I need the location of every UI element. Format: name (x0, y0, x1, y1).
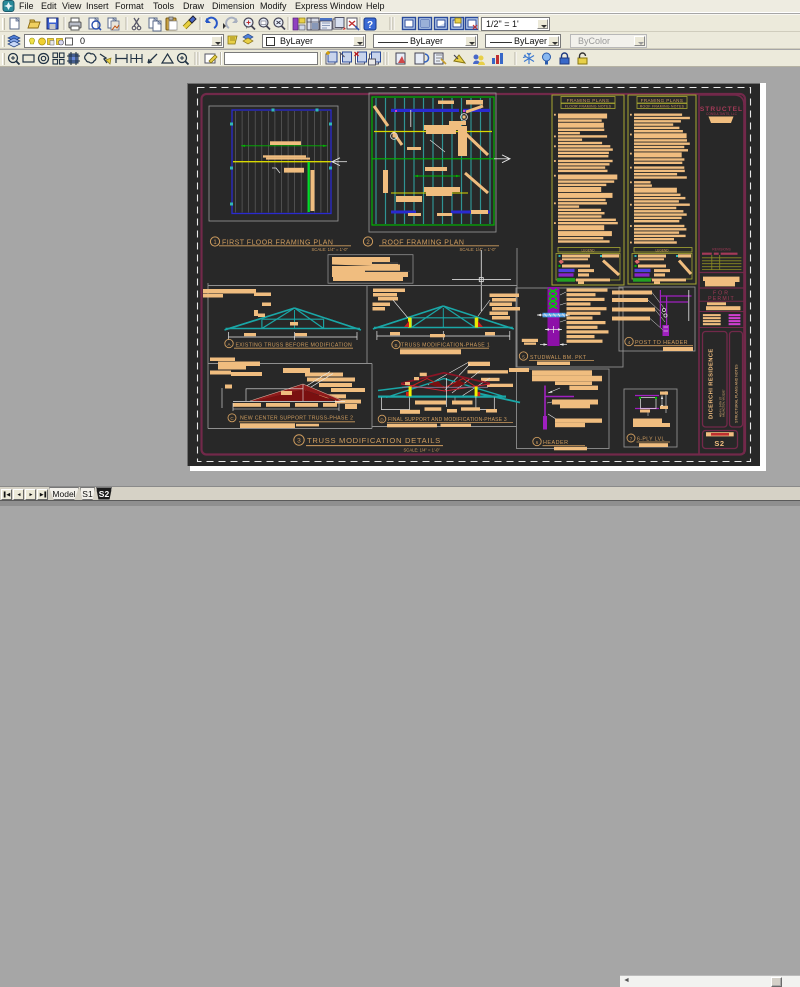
svg-text:FRAMING PLANS: FRAMING PLANS (567, 98, 610, 103)
svg-text:ROOF FRAMING NOTES: ROOF FRAMING NOTES (640, 105, 685, 109)
svg-text:NEW CENTER SUPPORT TRUSS-PHASE: NEW CENTER SUPPORT TRUSS-PHASE 2 (240, 415, 353, 421)
svg-text:B: B (394, 343, 397, 348)
svg-text:D: D (380, 417, 384, 422)
svg-text:REVISIONS: REVISIONS (712, 248, 731, 252)
svg-text:ROOF FRAMING PLAN: ROOF FRAMING PLAN (382, 239, 464, 246)
svg-text:SCALE: 1/4" = 1'-0": SCALE: 1/4" = 1'-0" (460, 247, 497, 252)
svg-text:3: 3 (297, 438, 301, 445)
svg-text:POST TO HEADER: POST TO HEADER (635, 340, 688, 346)
svg-text:4: 4 (628, 340, 631, 345)
svg-text:STUDWALL BM. PKT: STUDWALL BM. PKT (530, 355, 587, 361)
svg-text:SCALE: 1/4" = 1'-0": SCALE: 1/4" = 1'-0" (404, 448, 441, 453)
svg-text:SCALE: 1/4" = 1'-0": SCALE: 1/4" = 1'-0" (312, 247, 349, 252)
svg-text:5: 5 (522, 354, 525, 359)
svg-text:HEADER: HEADER (543, 440, 568, 446)
svg-text:CONSULTANTS, LLC: CONSULTANTS, LLC (706, 112, 738, 116)
svg-text:6-PLY LVL: 6-PLY LVL (637, 436, 665, 442)
svg-text:ARLINGTON, VA 22207: ARLINGTON, VA 22207 (722, 389, 726, 417)
svg-text:S2: S2 (714, 439, 724, 448)
svg-text:DICERCHI RESIDENCE: DICERCHI RESIDENCE (709, 348, 715, 419)
svg-text:LEGEND: LEGEND (655, 249, 669, 253)
svg-text:STRUCTURAL PLANS AND NOTES: STRUCTURAL PLANS AND NOTES (735, 364, 739, 423)
svg-text:1: 1 (213, 240, 217, 246)
svg-text:FLOOR FRAMING NOTES: FLOOR FRAMING NOTES (565, 105, 612, 109)
svg-text:A: A (227, 342, 230, 347)
svg-text:FIRST FLOOR FRAMING PLAN: FIRST FLOOR FRAMING PLAN (222, 239, 333, 246)
svg-text:FRAMING PLANS: FRAMING PLANS (641, 98, 684, 103)
svg-text:6: 6 (536, 440, 539, 445)
svg-text:?: ? (367, 20, 373, 31)
svg-text:TRUSS MODIFICATION DETAILS: TRUSS MODIFICATION DETAILS (307, 436, 441, 445)
svg-text:LEGEND: LEGEND (581, 249, 595, 253)
svg-text:EXISTING TRUSS BEFORE MODIFICA: EXISTING TRUSS BEFORE MODIFICATION (236, 343, 353, 349)
svg-text:2: 2 (366, 240, 370, 246)
svg-text:C: C (230, 416, 234, 421)
svg-text:7: 7 (630, 436, 633, 441)
svg-text:TRUSS MODIFICATION-PHASE 1: TRUSS MODIFICATION-PHASE 1 (401, 343, 490, 349)
